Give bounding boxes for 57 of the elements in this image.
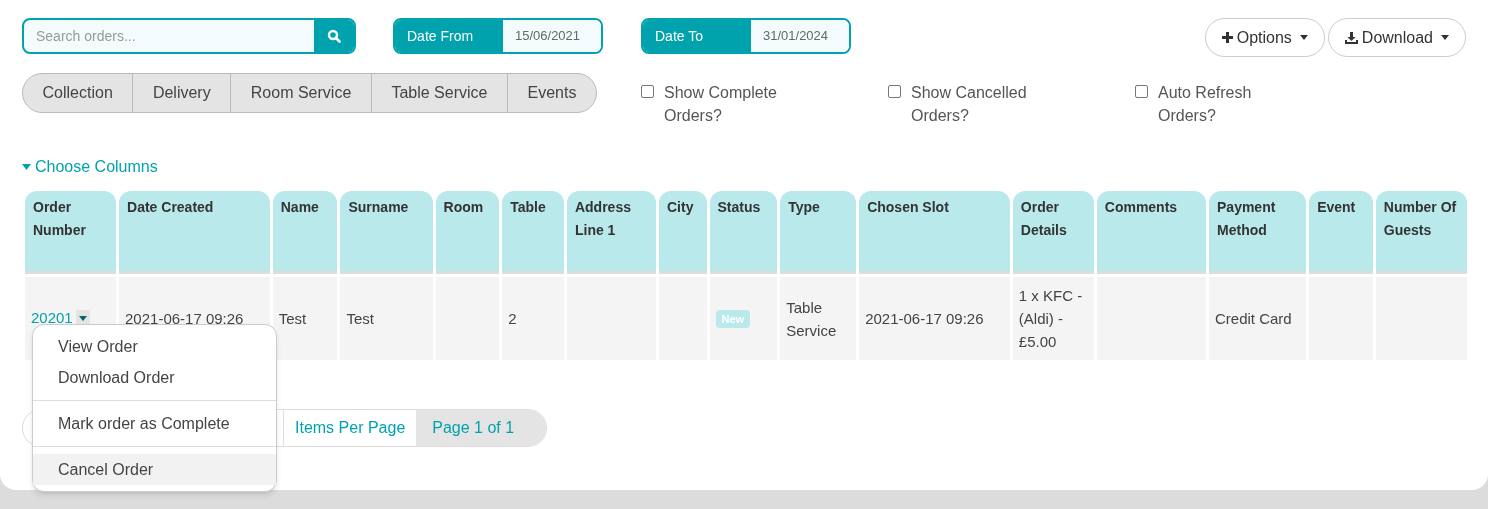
page-indicator: Page 1 of 1 (416, 410, 546, 446)
caret-icon (78, 316, 87, 321)
column-header: Room (435, 191, 500, 274)
table-cell: 1 x KFC - (Aldi) - £5.00 (1012, 277, 1094, 360)
column-header: Type (780, 191, 857, 274)
date-value: 31/01/2024 (751, 20, 849, 52)
menu-item[interactable]: Cancel Order (33, 454, 276, 485)
search-button[interactable] (314, 20, 354, 52)
checkbox[interactable] (1135, 85, 1148, 98)
date-label: Date From (395, 20, 503, 52)
plus-icon (1221, 32, 1233, 43)
column-header: Name (272, 191, 338, 274)
table-cell: 2021-06-17 09:26 (859, 277, 1010, 360)
column-header: Status (709, 191, 778, 274)
menu-item[interactable]: Mark order as Complete (33, 408, 276, 439)
column-header: Comments (1096, 191, 1206, 274)
column-header: Surname (340, 191, 433, 274)
checkbox[interactable] (888, 85, 901, 98)
table-cell: Test (272, 277, 338, 360)
column-header: City (658, 191, 707, 274)
column-header: Chosen Slot (859, 191, 1010, 274)
column-header: Address Line 1 (566, 191, 656, 274)
table-cell: Test (340, 277, 433, 360)
date-value: 15/06/2021 (503, 20, 601, 52)
order-type-tab[interactable]: Room Service (230, 74, 371, 112)
column-header: Event (1309, 191, 1373, 274)
date-field[interactable]: Date To 31/01/2024 (641, 18, 851, 54)
menu-item[interactable]: Download Order (33, 362, 276, 393)
table-cell: Credit Card (1209, 277, 1307, 360)
status-badge: New (715, 310, 751, 328)
download-icon (1344, 31, 1358, 44)
order-type-tab[interactable]: Table Service (370, 74, 507, 112)
search-field[interactable]: Search orders... (22, 18, 356, 54)
search-icon (327, 29, 341, 43)
column-header: Order Details (1012, 191, 1094, 274)
table-cell: 2 (502, 277, 564, 360)
checkbox-label: Show Complete Orders? (664, 83, 778, 126)
column-header: Order Number (25, 191, 117, 274)
date-field[interactable]: Date From 15/06/2021 (393, 18, 603, 54)
column-header: Payment Method (1209, 191, 1307, 274)
column-header: Table (502, 191, 564, 274)
order-type-tab[interactable]: Collection (23, 74, 133, 112)
date-label: Date To (643, 20, 751, 52)
checkbox-label: Show Cancelled Orders? (911, 83, 1028, 126)
table-cell: Table Service (780, 277, 857, 360)
column-header: Date Created (119, 191, 270, 274)
order-type-tab[interactable]: Delivery (132, 74, 231, 112)
column-header: Number Of Guests (1375, 191, 1467, 274)
caret-icon (22, 164, 31, 170)
options-button[interactable]: Options (1204, 18, 1325, 57)
checkbox-label: Auto Refresh Orders? (1158, 83, 1253, 126)
download-button[interactable]: Download (1327, 18, 1466, 57)
search-input[interactable]: Search orders... (24, 20, 314, 52)
checkbox[interactable] (641, 85, 654, 98)
caret-icon (1299, 35, 1308, 40)
order-type-tab[interactable]: Events (506, 74, 596, 112)
caret-icon (1441, 35, 1449, 40)
